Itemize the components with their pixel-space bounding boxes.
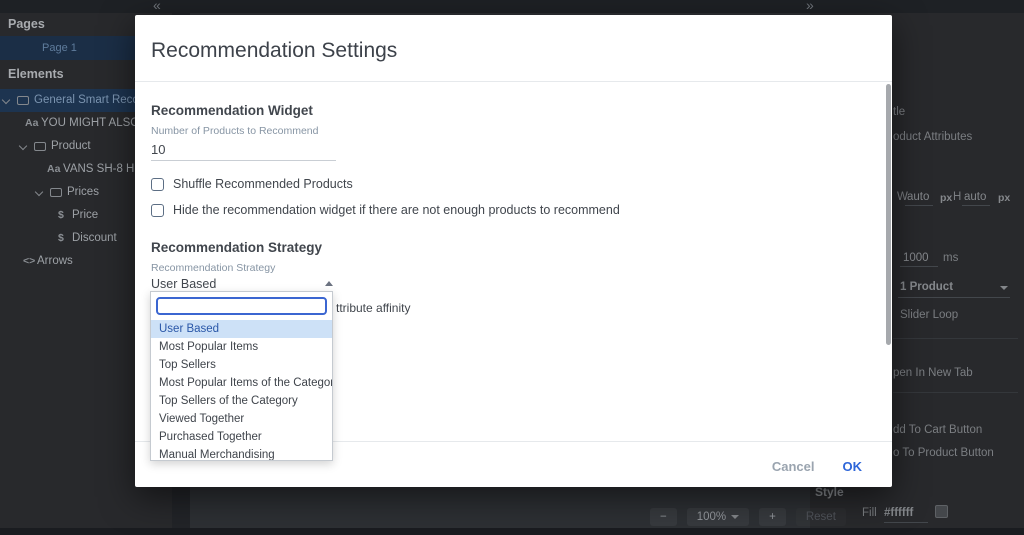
hide-widget-checkbox-row[interactable]: Hide the recommendation widget if there … [151,203,620,217]
zoom-out-button[interactable]: − [650,508,677,526]
count-field-input[interactable]: 10 [151,142,165,157]
strategy-select-label: Recommendation Strategy [151,262,275,274]
attribute-affinity-label: ttribute affinity [336,301,410,315]
dropdown-option-most-popular-items[interactable]: Most Popular Items [151,338,332,356]
container-icon [50,188,62,197]
cancel-button[interactable]: Cancel [772,459,815,474]
width-input[interactable]: auto [907,191,929,203]
style-section-heading: Style [815,485,844,499]
zoom-out-icon: − [660,511,667,523]
shuffle-checkbox-row[interactable]: Shuffle Recommended Products [151,177,353,191]
height-label: H [953,191,961,203]
strategy-dropdown: User BasedMost Popular ItemsTop SellersM… [150,291,333,461]
modal-header-divider [135,81,892,82]
tree-item-label: Arrows [37,255,73,267]
slider-loop-label: Slider Loop [900,309,958,321]
container-icon [34,142,46,151]
go-to-product-button-label: o To Product Button [893,447,994,459]
pages-header: Pages [8,17,45,31]
text-icon: Aa [25,117,38,129]
duration-input[interactable]: 1000 [903,252,929,264]
tree-item-label: Prices [67,186,99,198]
panel-divider [893,392,1018,393]
height-underline [962,205,990,206]
dollar-icon: $ [58,209,64,221]
elements-header: Elements [8,67,64,81]
product-select-caret-icon [1000,286,1008,290]
dropdown-option-top-sellers[interactable]: Top Sellers [151,356,332,374]
bottom-strip [0,528,1024,535]
width-underline [905,205,933,206]
modal-scrollbar-thumb[interactable] [886,84,891,345]
fill-underline [884,522,928,523]
title-field-label: tle [893,106,905,118]
duration-unit: ms [943,252,958,264]
collapse-left-icon[interactable]: « [153,0,161,13]
product-select-underline [898,297,1010,298]
dropdown-option-purchased-together[interactable]: Purchased Together [151,428,332,446]
fill-color-swatch[interactable] [935,505,948,518]
container-icon [17,96,29,105]
app-stage: « » Pages Page 1 Elements General Smart … [0,0,1024,535]
dollar-icon: $ [58,232,64,244]
panel-divider [893,338,1018,339]
dropdown-option-top-sellers-of-the-category[interactable]: Top Sellers of the Category [151,392,332,410]
page-item-label: Page 1 [42,42,77,54]
fill-label: Fill [862,507,877,519]
chevron-down-icon[interactable] [2,96,10,104]
tree-item-label: Price [72,209,98,221]
widget-section-heading: Recommendation Widget [151,103,313,118]
recommendation-settings-modal: Recommendation Settings Recommendation W… [135,15,892,487]
dropdown-option-manual-merchandising[interactable]: Manual Merchandising [151,446,332,461]
tree-item-label: Product [51,140,91,152]
dropdown-option-viewed-together[interactable]: Viewed Together [151,410,332,428]
canvas-zoom-toolbar: − 100% + Reset [650,508,846,526]
shuffle-checkbox[interactable] [151,178,164,191]
hide-widget-checkbox-label: Hide the recommendation widget if there … [173,203,620,217]
chevron-down-icon[interactable] [35,188,43,196]
strategy-section-heading: Recommendation Strategy [151,240,322,255]
count-field-underline [151,160,336,161]
strategy-select[interactable]: User Based [151,277,216,291]
modal-title: Recommendation Settings [151,39,397,63]
tree-item-label: VANS SH-8 HI [63,163,138,175]
zoom-in-button[interactable]: + [759,508,786,526]
ok-button[interactable]: OK [843,459,863,474]
fill-value-input[interactable]: #ffffff [884,507,913,519]
chevron-down-icon[interactable] [19,142,27,150]
hide-widget-checkbox[interactable] [151,204,164,217]
zoom-reset-button[interactable]: Reset [796,508,846,526]
open-in-new-tab-label: pen In New Tab [893,367,973,379]
zoom-reset-label: Reset [806,511,836,523]
dropdown-search-input[interactable] [156,297,327,315]
product-count-select[interactable]: 1 Product [900,281,953,293]
count-field-label: Number of Products to Recommend [151,125,319,137]
height-input[interactable]: auto [964,191,986,203]
strategy-select-caret-icon[interactable] [325,281,333,286]
duration-underline [900,266,938,267]
collapse-right-icon[interactable]: » [806,0,814,13]
zoom-level-select[interactable]: 100% [687,508,749,526]
shuffle-checkbox-label: Shuffle Recommended Products [173,177,353,191]
tree-item-label: Discount [72,232,117,244]
zoom-level-value: 100% [697,511,726,523]
zoom-caret-icon [731,515,739,519]
zoom-in-icon: + [769,511,776,523]
dropdown-options-list: User BasedMost Popular ItemsTop SellersM… [151,320,332,461]
width-unit: px [940,192,952,204]
code-icon: <> [23,255,35,267]
product-attributes-label: oduct Attributes [893,131,972,143]
dropdown-option-user-based[interactable]: User Based [151,320,332,338]
text-icon: Aa [47,163,60,175]
add-to-cart-button-label: dd To Cart Button [893,424,982,436]
height-unit: px [998,192,1010,204]
dropdown-option-most-popular-items-of-the-category[interactable]: Most Popular Items of the Category [151,374,332,392]
